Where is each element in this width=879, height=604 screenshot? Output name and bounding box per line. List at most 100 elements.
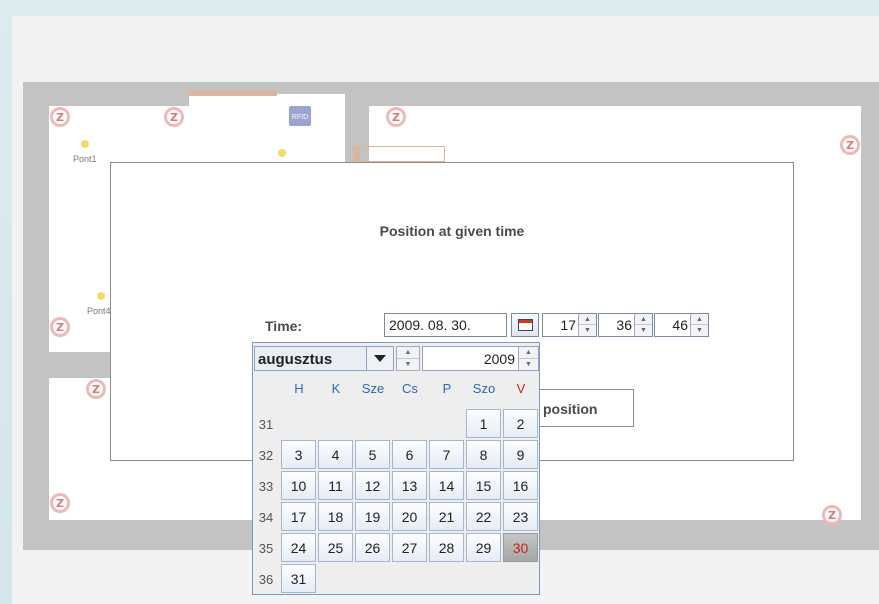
day-cell[interactable]: 9	[503, 440, 538, 469]
weekday-header: H K Sze Cs P Szo V	[281, 381, 540, 401]
position-button[interactable]: position	[539, 389, 634, 427]
day-cell[interactable]: 4	[318, 440, 353, 469]
spin-down-icon[interactable]: ▼	[397, 359, 419, 371]
second-value: 46	[672, 317, 688, 333]
weekday-label: P	[442, 381, 452, 396]
day-cell[interactable]: 6	[392, 440, 427, 469]
second-spinner-arrows[interactable]: ▲ ▼	[690, 314, 708, 336]
point-marker	[97, 292, 105, 300]
day-cell[interactable]: 24	[281, 533, 316, 562]
spin-up-icon[interactable]: ▲	[519, 347, 538, 359]
minute-value: 36	[616, 317, 632, 333]
weekday-label: H	[294, 381, 304, 396]
time-label: Time:	[265, 318, 303, 334]
day-cell[interactable]: 3	[281, 440, 316, 469]
month-dropdown-arrow[interactable]	[366, 347, 393, 370]
zone-marker-icon: Z	[821, 504, 843, 526]
point-marker	[81, 140, 89, 148]
week-number: 34	[258, 510, 274, 525]
calendar-button[interactable]	[511, 313, 539, 337]
chevron-down-icon	[374, 355, 386, 362]
zone-marker-icon: Z	[85, 378, 107, 400]
calendar-popup: augusztus ▲ ▼ 2009 ▲ ▼ H K Sze Cs P Szo V 31 1 2 32…	[252, 342, 540, 595]
week-number: 35	[258, 541, 274, 556]
day-cell[interactable]: 13	[392, 471, 427, 500]
day-cell[interactable]: 16	[503, 471, 538, 500]
day-cell[interactable]: 28	[429, 533, 464, 562]
day-cell[interactable]: 14	[429, 471, 464, 500]
weekday-label: Szo	[472, 381, 496, 396]
svg-text:Z: Z	[846, 139, 854, 152]
zone-marker-icon: Z	[49, 106, 71, 128]
dialog-title: Position at given time	[379, 223, 525, 239]
day-cell[interactable]: 18	[318, 502, 353, 531]
day-cell[interactable]: 5	[355, 440, 390, 469]
month-name: augusztus	[258, 351, 333, 368]
zone-marker-icon: Z	[385, 106, 407, 128]
spin-down-icon[interactable]: ▼	[579, 325, 596, 336]
svg-text:Z: Z	[392, 111, 400, 124]
week-number: 36	[258, 572, 274, 587]
year-value: 2009	[483, 351, 515, 367]
day-cell[interactable]: 1	[466, 409, 501, 438]
weekday-label: K	[331, 381, 341, 396]
door-top	[189, 90, 277, 96]
date-field[interactable]: 2009. 08. 30.	[384, 313, 507, 337]
week-number: 31	[258, 417, 274, 432]
year-spinner[interactable]: 2009 ▲ ▼	[422, 346, 539, 371]
day-cell[interactable]: 29	[466, 533, 501, 562]
hour-spinner[interactable]: 17 ▲ ▼	[542, 313, 597, 337]
day-cell[interactable]: 20	[392, 502, 427, 531]
svg-text:Z: Z	[828, 509, 836, 522]
month-select[interactable]: augusztus	[254, 346, 394, 371]
day-cell[interactable]: 30	[503, 533, 538, 562]
calendar-icon	[518, 319, 533, 331]
day-cell[interactable]: 22	[466, 502, 501, 531]
day-cell[interactable]: 2	[503, 409, 538, 438]
svg-text:Z: Z	[170, 111, 178, 124]
zone-marker-icon: Z	[49, 316, 71, 338]
day-cell[interactable]: 15	[466, 471, 501, 500]
day-cell[interactable]: 21	[429, 502, 464, 531]
svg-text:Z: Z	[56, 321, 64, 334]
day-cell[interactable]: 7	[429, 440, 464, 469]
point-label-4: Pont4	[87, 306, 111, 316]
day-cell[interactable]: 27	[392, 533, 427, 562]
weekday-label: Sze	[361, 381, 385, 396]
spin-up-icon[interactable]: ▲	[397, 347, 419, 359]
day-cell[interactable]: 17	[281, 502, 316, 531]
year-spinner-arrows[interactable]: ▲ ▼	[518, 347, 538, 370]
svg-text:Z: Z	[56, 111, 64, 124]
day-cell[interactable]: 19	[355, 502, 390, 531]
svg-text:Z: Z	[56, 497, 64, 510]
hour-spinner-arrows[interactable]: ▲ ▼	[578, 314, 596, 336]
minute-spinner-arrows[interactable]: ▲ ▼	[634, 314, 652, 336]
spin-up-icon[interactable]: ▲	[579, 314, 596, 325]
minute-spinner[interactable]: 36 ▲ ▼	[598, 313, 653, 337]
hour-value: 17	[560, 317, 576, 333]
spin-down-icon[interactable]: ▼	[691, 325, 708, 336]
rfid-reader-icon: RFID	[289, 106, 311, 126]
second-spinner[interactable]: 46 ▲ ▼	[654, 313, 709, 337]
point-marker	[278, 149, 286, 157]
zone-marker-icon: Z	[49, 492, 71, 514]
day-cell[interactable]: 25	[318, 533, 353, 562]
spin-up-icon[interactable]: ▲	[635, 314, 652, 325]
day-cell[interactable]: 12	[355, 471, 390, 500]
weekday-label: V	[516, 381, 526, 396]
week-number: 32	[258, 448, 274, 463]
day-cell[interactable]: 11	[318, 471, 353, 500]
day-cell[interactable]: 23	[503, 502, 538, 531]
day-cell[interactable]: 26	[355, 533, 390, 562]
zone-marker-icon: Z	[839, 134, 861, 156]
spin-up-icon[interactable]: ▲	[691, 314, 708, 325]
day-cell[interactable]: 8	[466, 440, 501, 469]
point-label-1: Pont1	[73, 154, 97, 164]
svg-text:Z: Z	[92, 383, 100, 396]
spin-down-icon[interactable]: ▼	[519, 359, 538, 371]
day-cell[interactable]: 10	[281, 471, 316, 500]
month-spinner[interactable]: ▲ ▼	[396, 346, 420, 371]
day-cell[interactable]: 31	[281, 564, 316, 593]
position-button-label: position	[543, 401, 598, 417]
spin-down-icon[interactable]: ▼	[635, 325, 652, 336]
